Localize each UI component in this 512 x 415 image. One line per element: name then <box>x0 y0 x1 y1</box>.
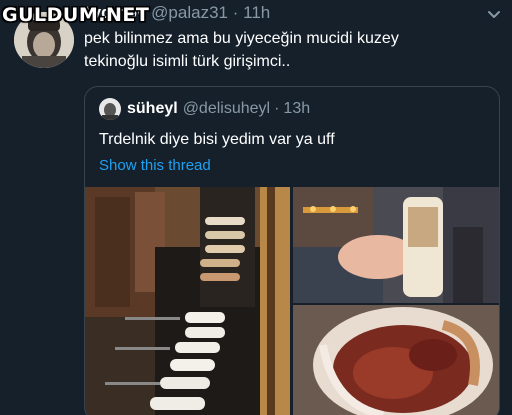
show-thread-link[interactable]: Show this thread <box>99 157 211 174</box>
separator-dot: · <box>274 100 280 117</box>
tweet-text: pek bilinmez ama bu yiyeceğin mucidi kuz… <box>84 27 504 73</box>
quoted-author-handle[interactable]: @delisuheyl <box>183 100 270 118</box>
quoted-tweet-header: süheyl @delisuheyl · 13h <box>99 98 310 120</box>
author-handle[interactable]: @palaz31 <box>151 3 228 22</box>
quoted-author-avatar[interactable] <box>99 98 121 120</box>
quoted-tweet-timestamp[interactable]: 13h <box>283 100 310 118</box>
tweet-timestamp[interactable]: 11h <box>243 3 270 22</box>
tweet-text-line: tekinoğlu isimli türk girişimci.. <box>84 53 291 70</box>
photo-trdelnik-grill[interactable] <box>85 187 290 415</box>
tweet-text-line: pek bilinmez ama bu yiyeceğin mucidi kuz… <box>84 30 399 47</box>
separator-dot: · <box>232 3 239 22</box>
photo-trdelnik-closeup[interactable] <box>293 305 499 415</box>
watermark-logo: GULDUM.NET <box>2 4 150 26</box>
quoted-author-name[interactable]: süheyl <box>127 100 178 118</box>
photo-hand-holding-trdelnik[interactable] <box>293 187 499 303</box>
quoted-tweet-text: Trdelnik diye bisi yedim var ya uff <box>99 131 335 148</box>
quoted-tweet-card[interactable]: süheyl @delisuheyl · 13h Trdelnik diye b… <box>84 86 500 415</box>
chevron-down-icon[interactable] <box>484 4 504 24</box>
